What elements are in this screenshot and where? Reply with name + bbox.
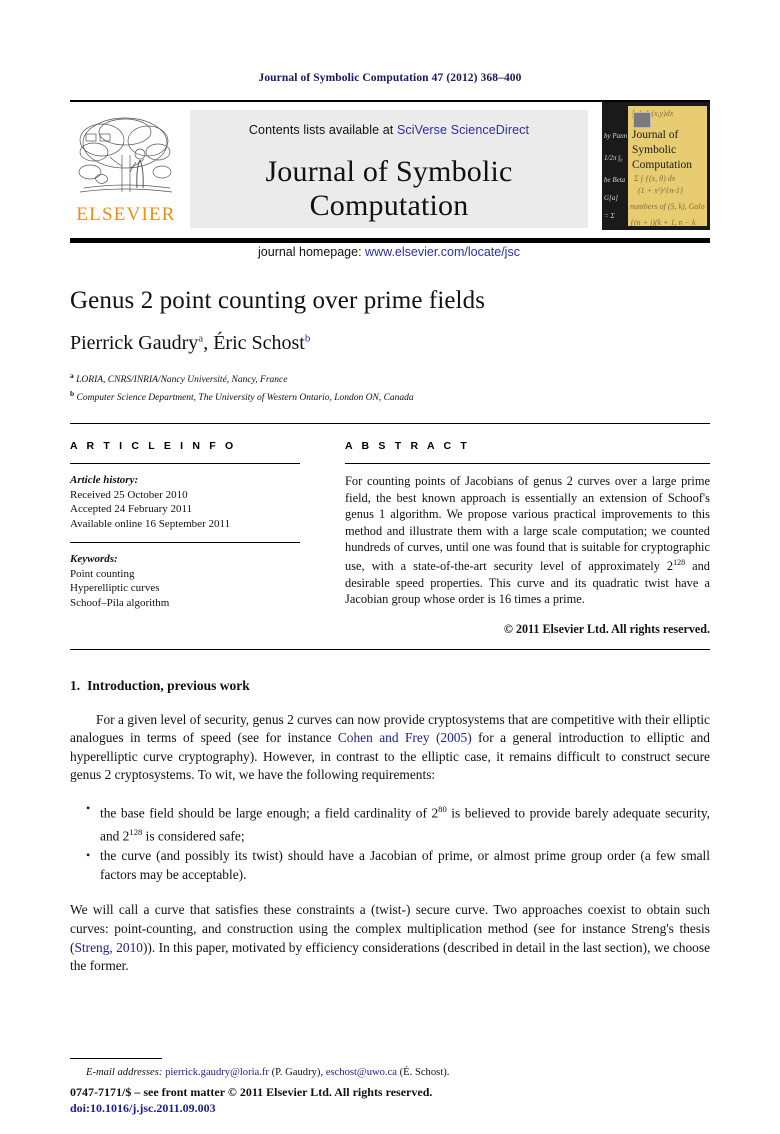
abstract-heading: A B S T R A C T: [345, 440, 470, 453]
email-link-schost[interactable]: eschost@uwo.ca: [326, 1067, 397, 1078]
abstract-superscript-128: 128: [673, 558, 686, 568]
footnote-rule: [70, 1058, 162, 1059]
email-owner-2: (É. Schost).: [397, 1067, 450, 1078]
section-number: 1.: [70, 677, 81, 693]
info-abstract-columns: A R T I C L E I N F O Article history: R…: [70, 424, 710, 636]
citation-cohen-frey-2005[interactable]: Cohen and Frey (2005): [338, 730, 472, 745]
title-block: Genus 2 point counting over prime fields…: [70, 243, 710, 405]
article-page: Journal of Symbolic Computation 47 (2012…: [0, 0, 780, 1134]
journal-name: Journal of Symbolic Computation: [265, 155, 513, 222]
affiliation-text: Computer Science Department, The Univers…: [76, 393, 414, 404]
abstract-text: For counting points of Jacobians of genu…: [345, 473, 710, 607]
intro-paragraph-2: We will call a curve that satisfies thes…: [70, 901, 710, 975]
article-history-item: Accepted 24 February 2011: [70, 503, 193, 516]
abstract-text-part-1: For counting points of Jacobians of genu…: [345, 474, 710, 574]
page-footer: 0747-7171/$ – see front matter © 2011 El…: [70, 1084, 432, 1116]
masthead: ELSEVIER Contents lists available at Sci…: [70, 102, 710, 259]
cover-title-line-1: Journal of: [632, 129, 679, 141]
author-affiliation-marker-2[interactable]: b: [305, 332, 311, 344]
contents-available-line: Contents lists available at SciVerse Sci…: [190, 110, 588, 137]
cover-stamp-icon: [633, 112, 651, 128]
keyword-item: Point counting: [70, 567, 135, 580]
sciencedirect-link[interactable]: SciVerse ScienceDirect: [397, 123, 529, 137]
email-link-gaudry[interactable]: pierrick.gaudry@loria.fr: [165, 1067, 269, 1078]
requirements-list: the base field should be large enough; a…: [70, 799, 710, 884]
cover-formula-2: Σ ∫ ƒ(x, θ) dx: [634, 174, 676, 183]
journal-homepage-line: journal homepage: www.elsevier.com/locat…: [190, 223, 588, 259]
keyword-item: Schoof–Pila algorithm: [70, 596, 170, 609]
article-history-item: Received 25 October 2010: [70, 488, 188, 501]
email-footnote: E-mail addresses: pierrick.gaudry@loria.…: [70, 1066, 710, 1080]
cover-spine-text-5: = Σ: [604, 212, 615, 220]
cover-formula-4: numbers of (S, k), Galo: [630, 202, 705, 211]
affiliation-item: b Computer Science Department, The Unive…: [70, 387, 710, 405]
bullet1-text-a: the base field should be large enough; a…: [100, 805, 439, 821]
abstract-divider: [345, 463, 710, 465]
journal-cover-thumbnail: by Pann 1/2π ∫₀ be Beta G[a] = Σ ∫₁ ∫₂ ∫…: [602, 102, 710, 230]
citation-streng-2010[interactable]: Streng, 2010: [74, 940, 143, 955]
contents-prefix: Contents lists available at: [248, 123, 397, 137]
affiliation-marker: b: [70, 389, 75, 399]
cover-formula-3: (1 + x²)^{n-1}: [638, 186, 684, 195]
affiliation-text: LORIA, CNRS/INRIA/Nancy Université, Nanc…: [76, 375, 288, 386]
list-item: the base field should be large enough; a…: [86, 799, 710, 846]
bullet1-text-c: is considered safe;: [142, 828, 245, 844]
abstract-column: A B S T R A C T For counting points of J…: [323, 440, 710, 636]
elsevier-logo: ELSEVIER: [70, 110, 182, 232]
footnote-block: E-mail addresses: pierrick.gaudry@loria.…: [70, 1058, 710, 1080]
article-info-divider-1: [70, 463, 300, 465]
cover-spine-text-4: G[a]: [604, 194, 619, 202]
journal-homepage-link[interactable]: www.elsevier.com/locate/jsc: [365, 245, 520, 259]
section-heading-1: 1. Introduction, previous work: [70, 678, 710, 694]
affiliation-marker: a: [70, 371, 74, 380]
list-item: the curve (and possibly its twist) shoul…: [86, 846, 710, 884]
elsevier-tree-icon: [78, 117, 173, 193]
article-history-item: Available online 16 September 2011: [70, 517, 231, 530]
homepage-prefix: journal homepage:: [258, 245, 366, 259]
affiliation-list: a LORIA, CNRS/INRIA/Nancy Université, Na…: [70, 369, 710, 405]
cover-title-line-3: Computation: [632, 159, 693, 171]
keywords-label: Keywords:: [70, 553, 118, 566]
masthead-box: Contents lists available at SciVerse Sci…: [190, 110, 588, 259]
page-title: Genus 2 point counting over prime fields: [70, 287, 486, 314]
email-owner-1: (P. Gaudry),: [268, 1067, 326, 1078]
abstract-copyright: © 2011 Elsevier Ltd. All rights reserved…: [503, 621, 710, 636]
affiliation-item: a LORIA, CNRS/INRIA/Nancy Université, Na…: [70, 369, 710, 387]
cover-formula-5: ƒ(n + j)(k + 1, n − k: [630, 218, 696, 226]
intro-p2-text-b: )). In this paper, motivated by efficien…: [70, 939, 711, 974]
author-name-1: Pierrick Gaudry: [70, 332, 199, 354]
bullet1-superscript-128: 128: [129, 827, 143, 838]
keywords-block: Keywords: Point counting Hyperelliptic c…: [70, 552, 323, 610]
email-footnote-label: E-mail addresses:: [86, 1067, 163, 1078]
cover-front-face: ∫₁ ∫₂ ∫ᵢ (x,y)dx Journal of Symbolic Com…: [628, 106, 707, 226]
article-info-divider-2: [70, 542, 300, 544]
author-list: Pierrick Gaudrya, Éric Schostb: [70, 332, 710, 355]
article-history-block: Article history: Received 25 October 201…: [70, 473, 323, 531]
front-matter-line: 0747-7171/$ – see front matter © 2011 El…: [70, 1085, 433, 1099]
doi-link[interactable]: doi:10.1016/j.jsc.2011.09.003: [70, 1100, 432, 1116]
section-title-text: Introduction, previous work: [87, 677, 250, 693]
cover-spine-text-2: 1/2π ∫₀: [604, 154, 623, 162]
elsevier-wordmark: ELSEVIER: [76, 204, 176, 225]
article-info-column: A R T I C L E I N F O Article history: R…: [70, 440, 323, 636]
cover-title-line-2: Symbolic: [632, 144, 677, 156]
article-history-label: Article history:: [70, 474, 139, 487]
author-name-2: Éric Schost: [213, 332, 305, 354]
keyword-item: Hyperelliptic curves: [70, 582, 160, 595]
bullet1-superscript-80: 80: [438, 804, 447, 815]
article-info-heading: A R T I C L E I N F O: [70, 440, 237, 453]
cover-spine-text-1: by Pann: [604, 132, 628, 140]
bullet2-text: the curve (and possibly its twist) shoul…: [100, 848, 710, 882]
intro-paragraph-1: For a given level of security, genus 2 c…: [70, 711, 710, 785]
cover-spine-text-3: be Beta: [604, 176, 626, 184]
running-head: Journal of Symbolic Computation 47 (2012…: [258, 72, 522, 84]
author-separator: ,: [203, 332, 214, 354]
abstract-bottom-rule: [70, 648, 710, 650]
